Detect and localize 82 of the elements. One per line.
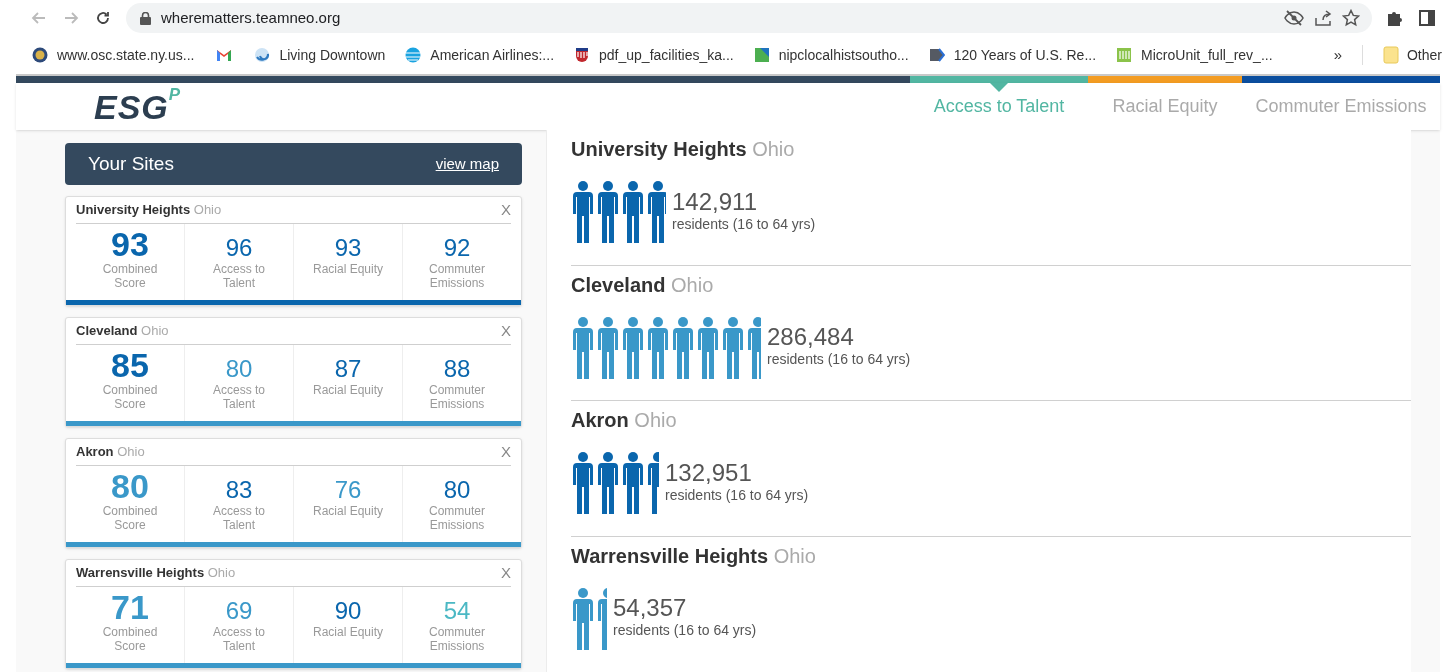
site-name: Warrensville Heights Ohio xyxy=(76,564,236,583)
section-title: Warrensville Heights Ohio xyxy=(571,543,817,569)
score-value: 90 xyxy=(334,597,362,625)
bookmark[interactable]: 120 Years of U.S. Re... xyxy=(928,44,1097,66)
resident-count: 132,951 xyxy=(665,460,753,485)
resident-label: residents (16 to 64 yrs) xyxy=(665,485,809,505)
score-value: 83 xyxy=(225,476,253,504)
score-value: 80 xyxy=(111,468,149,504)
bookmark-icon xyxy=(1116,47,1133,63)
resident-count: 54,357 xyxy=(613,596,688,620)
view-map-link[interactable]: view map xyxy=(435,152,499,176)
score-value: 80 xyxy=(443,476,471,504)
share-icon[interactable] xyxy=(1314,9,1332,27)
score-label: Combined Score xyxy=(101,625,159,653)
bookmark[interactable]: American Airlines:... xyxy=(405,44,555,66)
other-bookmarks[interactable]: Other xyxy=(1383,44,1442,66)
score-value: 69 xyxy=(225,597,253,625)
section-title: University Heights Ohio xyxy=(571,137,796,162)
side-panel-icon[interactable] xyxy=(1418,9,1436,27)
resident-label: residents (16 to 64 yrs) xyxy=(672,214,816,234)
score-value: 85 xyxy=(111,347,149,383)
score-label: Commuter Emissions xyxy=(428,383,486,411)
close-button[interactable]: X xyxy=(501,440,511,464)
score-label: Commuter Emissions xyxy=(428,504,486,532)
resident-label: residents (16 to 64 yrs) xyxy=(767,350,911,369)
bookmark[interactable]: MicroUnit_full_rev_... xyxy=(1116,44,1273,66)
resident-count: 142,911 xyxy=(672,189,758,214)
score-label: Access to Talent xyxy=(212,262,266,290)
score-value: 92 xyxy=(443,234,471,262)
lock-icon xyxy=(140,11,151,25)
tab-pointer xyxy=(990,83,1008,92)
score-label: Combined Score xyxy=(101,504,159,532)
score-label: Commuter Emissions xyxy=(428,262,486,290)
score-label: Racial Equity xyxy=(312,262,384,276)
score-label: Access to Talent xyxy=(212,383,266,411)
bookmark-icon xyxy=(216,47,233,63)
close-button[interactable]: X xyxy=(501,561,511,585)
score-label: Combined Score xyxy=(101,383,159,411)
section-title: Cleveland Ohio xyxy=(571,272,715,298)
bookmark-icon xyxy=(574,47,591,63)
puzzle-icon[interactable] xyxy=(1386,9,1404,27)
score-label: Access to Talent xyxy=(212,625,266,653)
site-name: University Heights Ohio xyxy=(76,201,222,220)
bookmark[interactable]: nipclocalhistsoutho... xyxy=(753,44,909,66)
score-value: 93 xyxy=(111,226,149,262)
score-label: Racial Equity xyxy=(312,504,384,518)
bookmark[interactable]: Living Downtown xyxy=(254,44,386,66)
folder-icon xyxy=(1383,46,1399,64)
score-label: Racial Equity xyxy=(312,383,384,397)
bookmarks-overflow[interactable]: » xyxy=(1333,43,1342,67)
bookmark-icon xyxy=(405,47,422,63)
score-label: Commuter Emissions xyxy=(428,625,486,653)
score-value: 96 xyxy=(225,234,253,262)
reload-icon[interactable] xyxy=(94,9,112,27)
close-button[interactable]: X xyxy=(501,198,511,222)
bookmark-icon xyxy=(254,47,271,63)
score-label: Racial Equity xyxy=(312,625,384,639)
score-value: 88 xyxy=(443,355,471,383)
score-value: 93 xyxy=(334,234,362,262)
score-label: Access to Talent xyxy=(212,504,266,532)
score-value: 80 xyxy=(225,355,253,383)
score-value: 76 xyxy=(334,476,362,504)
bookmark-icon xyxy=(32,47,48,63)
bookmark-icon xyxy=(928,47,945,63)
site-name: Akron Ohio xyxy=(76,443,145,462)
eye-off-icon[interactable] xyxy=(1284,10,1304,26)
site-name: Cleveland Ohio xyxy=(76,322,169,341)
bookmark[interactable]: www.osc.state.ny.us... xyxy=(32,44,195,66)
resident-label: residents (16 to 64 yrs) xyxy=(613,621,757,640)
star-icon[interactable] xyxy=(1342,9,1360,27)
bookmark-icon xyxy=(753,47,770,63)
panel-title: Your Sites xyxy=(88,151,174,176)
address-bar[interactable]: wherematters.teamneo.org xyxy=(126,3,1372,33)
score-label: Combined Score xyxy=(101,262,159,290)
score-value: 54 xyxy=(443,597,471,625)
score-value: 87 xyxy=(334,355,362,383)
section-title: Akron Ohio xyxy=(571,408,678,433)
close-button[interactable]: X xyxy=(501,319,511,343)
bookmark[interactable]: pdf_up_facilities_ka... xyxy=(574,44,734,66)
resident-count: 286,484 xyxy=(767,325,855,349)
url-text: wherematters.teamneo.org xyxy=(161,7,342,28)
score-value: 71 xyxy=(111,589,149,625)
